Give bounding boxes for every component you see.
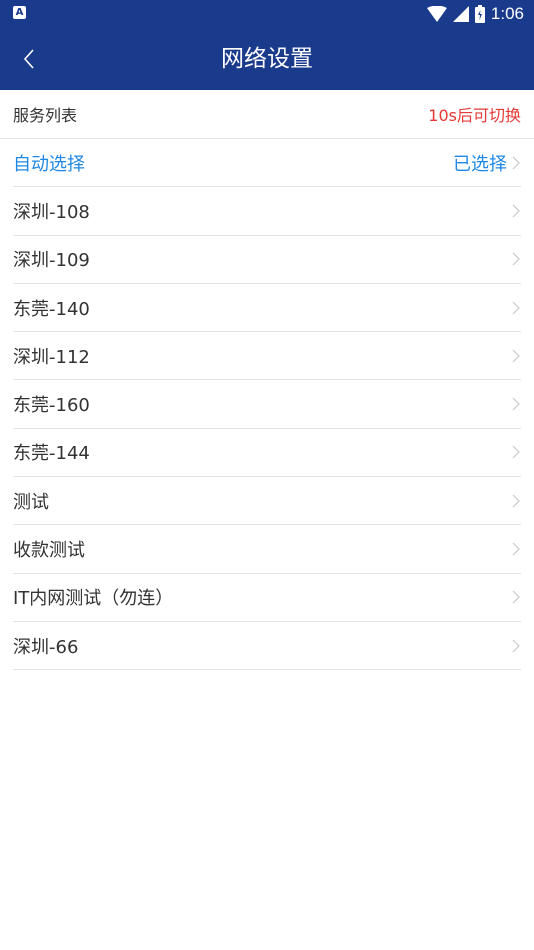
- page-title: 网络设置: [221, 46, 313, 72]
- chevron-right-icon: [512, 590, 520, 604]
- switch-countdown-hint: 10s后可切换: [428, 106, 521, 125]
- server-list: 服务列表 10s后可切换 自动选择 已选择 深圳-108 深圳-109 东莞-1…: [0, 90, 534, 671]
- status-time: 1:06: [490, 4, 524, 23]
- list-header: 服务列表 10s后可切换: [0, 90, 534, 139]
- server-item[interactable]: 东莞-140: [13, 284, 521, 333]
- chevron-right-icon: [512, 252, 520, 266]
- server-item-label: IT内网测试（勿连）: [13, 588, 174, 610]
- server-item[interactable]: 收款测试: [13, 525, 521, 574]
- server-item[interactable]: 测试: [13, 477, 521, 526]
- status-bar: A 1:06: [0, 0, 534, 28]
- battery-icon: [474, 5, 485, 23]
- chevron-right-icon: [512, 204, 520, 218]
- nav-bar: 网络设置: [0, 28, 534, 90]
- server-item-label: 东莞-140: [13, 298, 90, 320]
- server-item-label: 深圳-109: [13, 250, 90, 272]
- wifi-icon: [426, 6, 447, 22]
- server-item-label: 深圳-112: [13, 346, 90, 368]
- list-header-label: 服务列表: [13, 106, 78, 125]
- server-item-label: 深圳-108: [13, 201, 90, 223]
- server-item[interactable]: 深圳-66: [13, 622, 521, 671]
- status-icons: 1:06: [426, 0, 524, 28]
- signal-icon: [452, 6, 469, 22]
- server-item-label: 东莞-160: [13, 395, 90, 417]
- server-item[interactable]: 东莞-144: [13, 429, 521, 478]
- server-item-label: 测试: [13, 491, 49, 513]
- chevron-right-icon: [512, 349, 520, 363]
- server-item-label: 自动选择: [13, 153, 85, 175]
- server-item[interactable]: 东莞-160: [13, 380, 521, 429]
- server-item-label: 东莞-144: [13, 443, 90, 465]
- chevron-right-icon: [512, 397, 520, 411]
- server-item-label: 深圳-66: [13, 636, 79, 658]
- chevron-right-icon: [512, 301, 520, 314]
- server-item-auto[interactable]: 自动选择 已选择: [13, 139, 521, 188]
- chevron-right-icon: [512, 156, 520, 170]
- server-item[interactable]: 深圳-109: [13, 236, 521, 284]
- server-item-right: 已选择: [453, 150, 521, 176]
- selected-status: 已选择: [453, 153, 507, 175]
- server-item[interactable]: 深圳-112: [13, 332, 521, 381]
- chevron-right-icon: [512, 639, 520, 653]
- chevron-right-icon: [512, 445, 520, 459]
- notification-a-icon: A: [13, 6, 26, 19]
- server-item-label: 收款测试: [13, 540, 85, 562]
- server-item[interactable]: IT内网测试（勿连）: [13, 574, 521, 622]
- server-item[interactable]: 深圳-108: [13, 187, 521, 236]
- chevron-right-icon: [512, 542, 520, 556]
- chevron-right-icon: [512, 494, 520, 508]
